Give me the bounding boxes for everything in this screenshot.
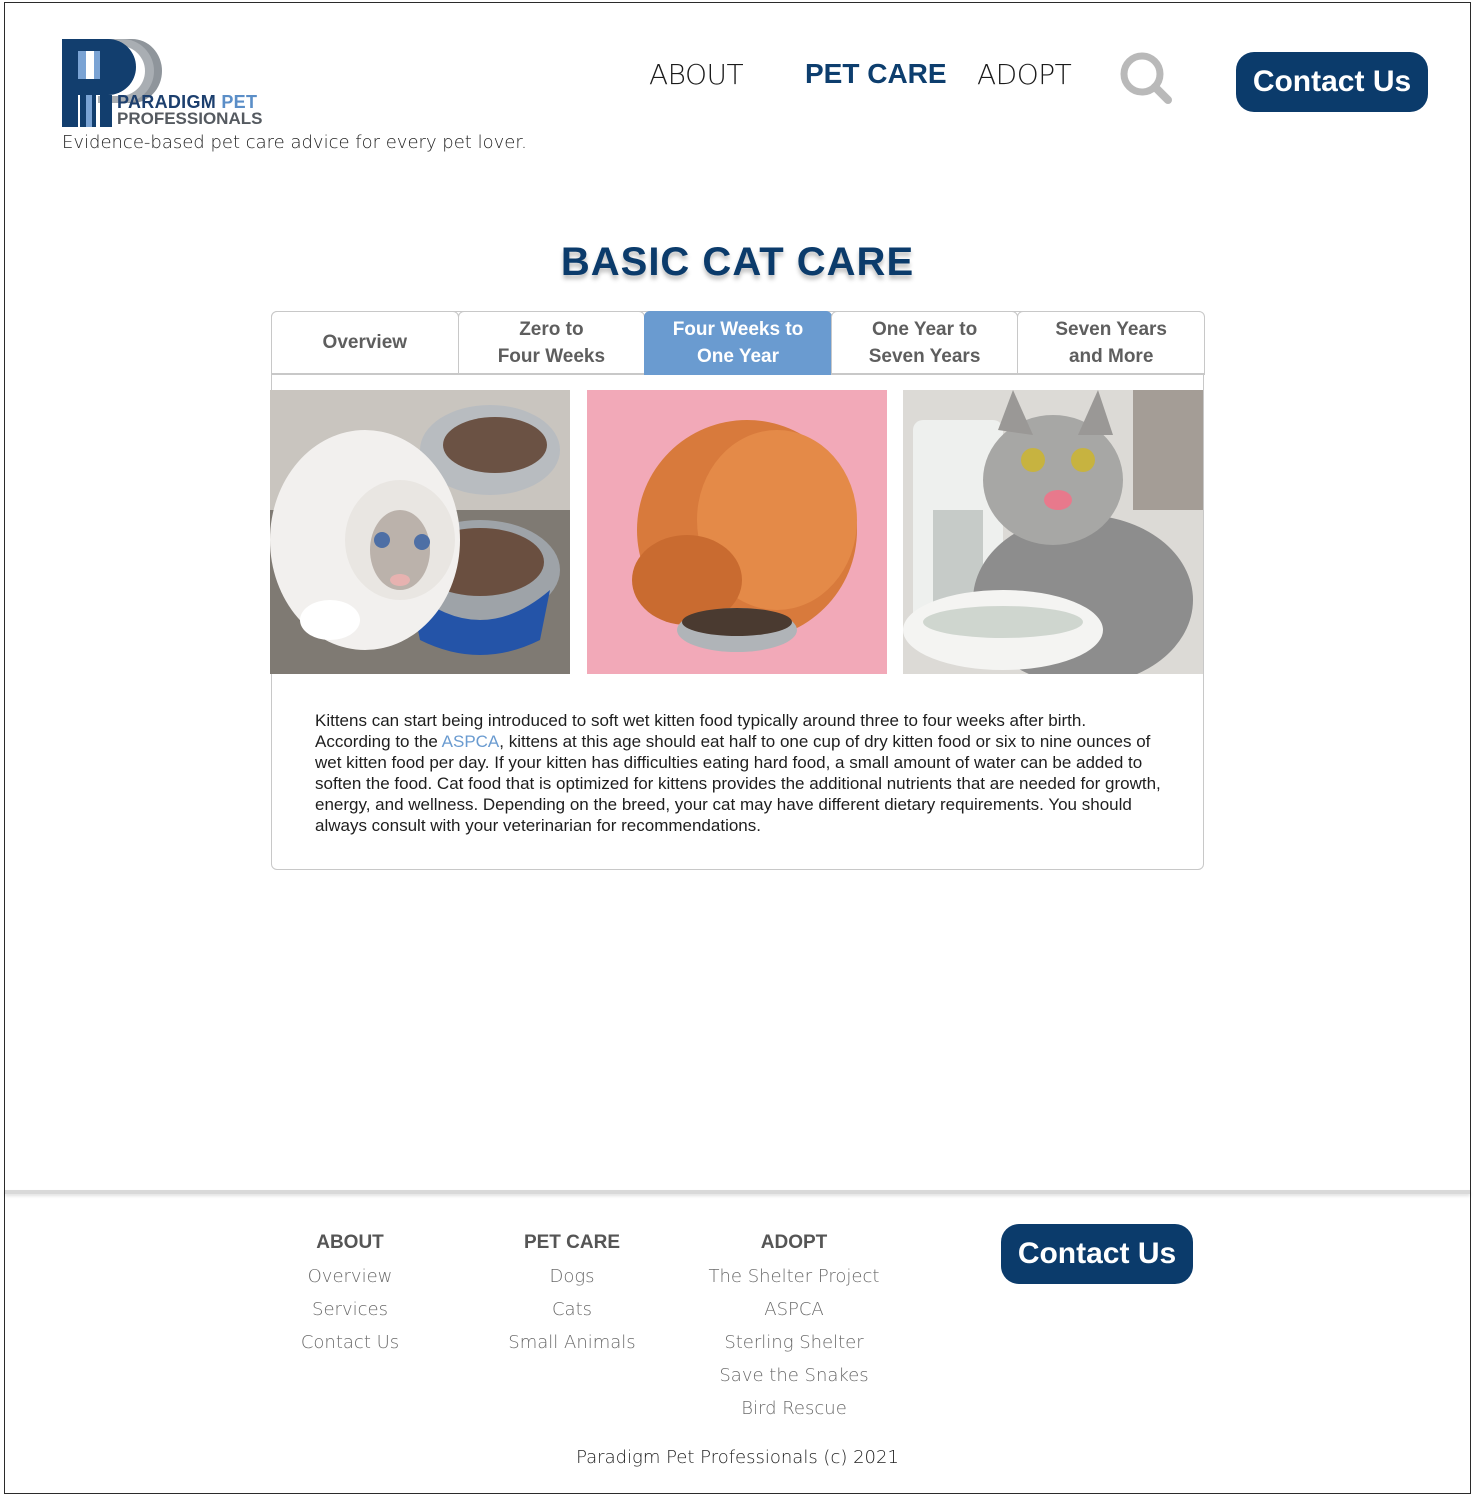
footer-link-bird-rescue[interactable]: Bird Rescue xyxy=(684,1395,904,1428)
page-title: BASIC CAT CARE xyxy=(560,240,915,284)
footer-link-cats[interactable]: Cats xyxy=(462,1296,682,1329)
footer-column-adopt: ADOPT The Shelter Project ASPCA Sterling… xyxy=(684,1230,904,1428)
tabby-cat-licking-photo xyxy=(903,390,1203,674)
footer-heading-pet-care[interactable]: PET CARE xyxy=(462,1230,682,1263)
footer-heading-adopt[interactable]: ADOPT xyxy=(684,1230,904,1263)
site-logo[interactable]: PARADIGM PET PROFESSIONALS xyxy=(60,37,290,129)
footer-link-shelter-project[interactable]: The Shelter Project xyxy=(684,1263,904,1296)
nav-pet-care[interactable]: PET CARE xyxy=(805,58,947,90)
nav-about[interactable]: ABOUT xyxy=(649,58,744,91)
footer-column-about: ABOUT Overview Services Contact Us xyxy=(240,1230,460,1362)
tagline: Evidence-based pet care advice for every… xyxy=(62,132,527,153)
logo-wordmark-line2: PROFESSIONALS xyxy=(117,109,263,128)
footer-link-small-animals[interactable]: Small Animals xyxy=(462,1329,682,1362)
footer-heading-about[interactable]: ABOUT xyxy=(240,1230,460,1263)
orange-cat-eating-photo xyxy=(587,390,887,674)
footer-link-contact-us[interactable]: Contact Us xyxy=(240,1329,460,1362)
tab-overview[interactable]: Overview xyxy=(271,311,459,375)
kitten-eating-wet-food-photo xyxy=(270,390,570,674)
footer-column-pet-care: PET CARE Dogs Cats Small Animals xyxy=(462,1230,682,1362)
footer-link-services[interactable]: Services xyxy=(240,1296,460,1329)
search-icon[interactable] xyxy=(1118,50,1174,106)
nav-adopt[interactable]: ADOPT xyxy=(977,58,1072,91)
footer-link-aspca[interactable]: ASPCA xyxy=(684,1296,904,1329)
footer-link-sterling-shelter[interactable]: Sterling Shelter xyxy=(684,1329,904,1362)
tab-seven-years-and-more[interactable]: Seven Years and More xyxy=(1017,311,1205,375)
copyright: Paradigm Pet Professionals (c) 2021 xyxy=(576,1447,899,1468)
tab-four-weeks-to-one-year[interactable]: Four Weeks to One Year xyxy=(644,311,832,375)
footer-contact-us-button[interactable]: Contact Us xyxy=(1001,1224,1193,1284)
footer-divider xyxy=(5,1190,1470,1194)
footer-link-dogs[interactable]: Dogs xyxy=(462,1263,682,1296)
tab-zero-to-four-weeks[interactable]: Zero to Four Weeks xyxy=(457,311,646,375)
care-description: Kittens can start being introduced to so… xyxy=(315,710,1165,836)
contact-us-button[interactable]: Contact Us xyxy=(1236,52,1428,112)
tab-one-year-to-seven-years[interactable]: One Year to Seven Years xyxy=(830,311,1019,375)
aspca-link[interactable]: ASPCA xyxy=(442,732,500,751)
footer-link-overview[interactable]: Overview xyxy=(240,1263,460,1296)
footer-link-save-the-snakes[interactable]: Save the Snakes xyxy=(684,1362,904,1395)
age-tabs: Overview Zero to Four Weeks Four Weeks t… xyxy=(271,311,1205,375)
